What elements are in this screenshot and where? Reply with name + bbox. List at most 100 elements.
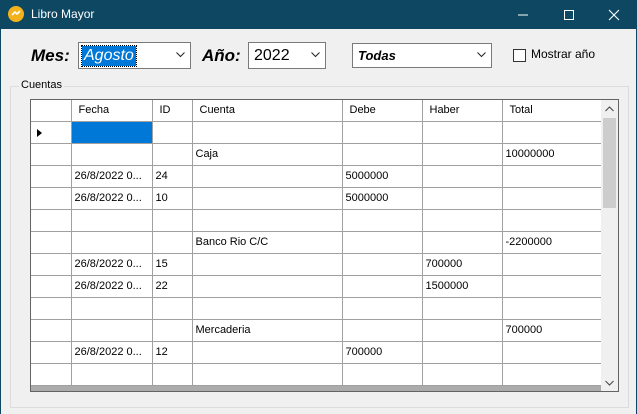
column-header-cuenta[interactable]: Cuenta [192, 100, 343, 122]
table-row[interactable]: 26/8/2022 0... 12 700000 [31, 341, 602, 364]
cell-total[interactable] [502, 275, 602, 298]
row-header[interactable] [31, 187, 72, 210]
cell-cuenta[interactable] [192, 187, 343, 210]
cell-fecha[interactable]: 26/8/2022 0... [71, 341, 153, 364]
cell-id[interactable]: 22 [152, 275, 193, 298]
cell-debe[interactable] [342, 319, 423, 342]
cell-haber[interactable] [422, 363, 503, 386]
cell-haber[interactable] [422, 209, 503, 232]
row-header[interactable] [31, 253, 72, 276]
cell-cuenta[interactable] [192, 165, 343, 188]
table-row[interactable]: 26/8/2022 0... 24 5000000 [31, 165, 602, 188]
cuenta-combo[interactable]: Todas [352, 43, 492, 68]
cell-id[interactable] [152, 319, 193, 342]
table-row[interactable] [31, 121, 602, 144]
cell-debe[interactable] [342, 363, 423, 386]
row-header[interactable] [31, 121, 72, 144]
row-header[interactable] [31, 319, 72, 342]
cell-cuenta[interactable] [192, 363, 343, 386]
cell-haber[interactable] [422, 319, 503, 342]
row-header[interactable] [31, 297, 72, 320]
cell-debe[interactable] [342, 253, 423, 276]
cell-fecha[interactable]: 26/8/2022 0... [71, 253, 153, 276]
anio-combo[interactable]: 2022 [248, 42, 326, 69]
maximize-button[interactable] [546, 0, 592, 29]
cell-fecha[interactable] [71, 297, 153, 320]
cell-total[interactable] [502, 253, 602, 276]
cell-fecha[interactable] [71, 209, 153, 232]
cell-fecha[interactable]: 26/8/2022 0... [71, 187, 153, 210]
cell-cuenta[interactable]: Banco Rio C/C [192, 231, 343, 254]
close-button[interactable] [591, 0, 637, 29]
cell-id[interactable]: 15 [152, 253, 193, 276]
mostrar-anio-checkbox[interactable] [513, 49, 526, 62]
cell-total[interactable] [502, 297, 602, 320]
cell-total[interactable]: 10000000 [502, 143, 602, 166]
table-row[interactable] [31, 209, 602, 232]
ledger-grid[interactable]: Fecha ID Cuenta Debe Haber Total Caja 100… [30, 99, 619, 392]
cell-haber[interactable] [422, 341, 503, 364]
cell-id[interactable] [152, 121, 193, 144]
table-row[interactable]: 26/8/2022 0... 22 1500000 [31, 275, 602, 298]
cell-fecha[interactable] [71, 121, 153, 144]
cell-haber[interactable]: 1500000 [422, 275, 503, 298]
row-header[interactable] [31, 231, 72, 254]
cell-cuenta[interactable]: Mercaderia [192, 319, 343, 342]
cell-fecha[interactable]: 26/8/2022 0... [71, 275, 153, 298]
mes-combo[interactable]: Agosto [78, 42, 191, 69]
row-header[interactable] [31, 209, 72, 232]
vertical-scrollbar[interactable] [601, 100, 618, 391]
cell-cuenta[interactable] [192, 253, 343, 276]
column-header-haber[interactable]: Haber [422, 100, 503, 122]
cell-debe[interactable] [342, 121, 423, 144]
cell-total[interactable]: -2200000 [502, 231, 602, 254]
cell-haber[interactable] [422, 297, 503, 320]
cell-cuenta[interactable] [192, 275, 343, 298]
cell-total[interactable] [502, 121, 602, 144]
cell-haber[interactable]: 700000 [422, 253, 503, 276]
cell-id[interactable] [152, 209, 193, 232]
scroll-thumb[interactable] [603, 118, 616, 208]
cell-debe[interactable] [342, 209, 423, 232]
cell-haber[interactable] [422, 143, 503, 166]
table-row[interactable]: 26/8/2022 0... 10 5000000 [31, 187, 602, 210]
cell-fecha[interactable] [71, 363, 153, 386]
cell-total[interactable] [502, 209, 602, 232]
cell-id[interactable] [152, 231, 193, 254]
cell-id[interactable] [152, 297, 193, 320]
column-header-debe[interactable]: Debe [342, 100, 423, 122]
cell-cuenta[interactable] [192, 121, 343, 144]
cell-id[interactable]: 12 [152, 341, 193, 364]
cell-total[interactable] [502, 165, 602, 188]
table-row[interactable] [31, 297, 602, 320]
row-header[interactable] [31, 275, 72, 298]
cell-haber[interactable] [422, 121, 503, 144]
cell-total[interactable] [502, 187, 602, 210]
cell-total[interactable]: 700000 [502, 319, 602, 342]
scroll-up-button[interactable] [601, 100, 618, 117]
cell-fecha[interactable] [71, 319, 153, 342]
table-row[interactable]: Banco Rio C/C -2200000 [31, 231, 602, 254]
cell-cuenta[interactable] [192, 341, 343, 364]
cell-haber[interactable] [422, 231, 503, 254]
column-header-id[interactable]: ID [152, 100, 193, 122]
cell-id[interactable]: 24 [152, 165, 193, 188]
row-header[interactable] [31, 165, 72, 188]
cell-cuenta[interactable]: Caja [192, 143, 343, 166]
row-header[interactable] [31, 341, 72, 364]
cell-debe[interactable] [342, 275, 423, 298]
row-header[interactable] [31, 363, 72, 386]
scroll-down-button[interactable] [601, 374, 618, 391]
table-row[interactable]: 26/8/2022 0... 15 700000 [31, 253, 602, 276]
table-row[interactable]: Caja 10000000 [31, 143, 602, 166]
cell-total[interactable] [502, 363, 602, 386]
cell-debe[interactable] [342, 231, 423, 254]
table-row[interactable]: Mercaderia 700000 [31, 319, 602, 342]
cell-haber[interactable] [422, 187, 503, 210]
cell-debe[interactable] [342, 297, 423, 320]
cell-total[interactable] [502, 341, 602, 364]
cell-cuenta[interactable] [192, 209, 343, 232]
column-header-fecha[interactable]: Fecha [71, 100, 153, 122]
cell-debe[interactable]: 5000000 [342, 165, 423, 188]
cell-fecha[interactable] [71, 143, 153, 166]
